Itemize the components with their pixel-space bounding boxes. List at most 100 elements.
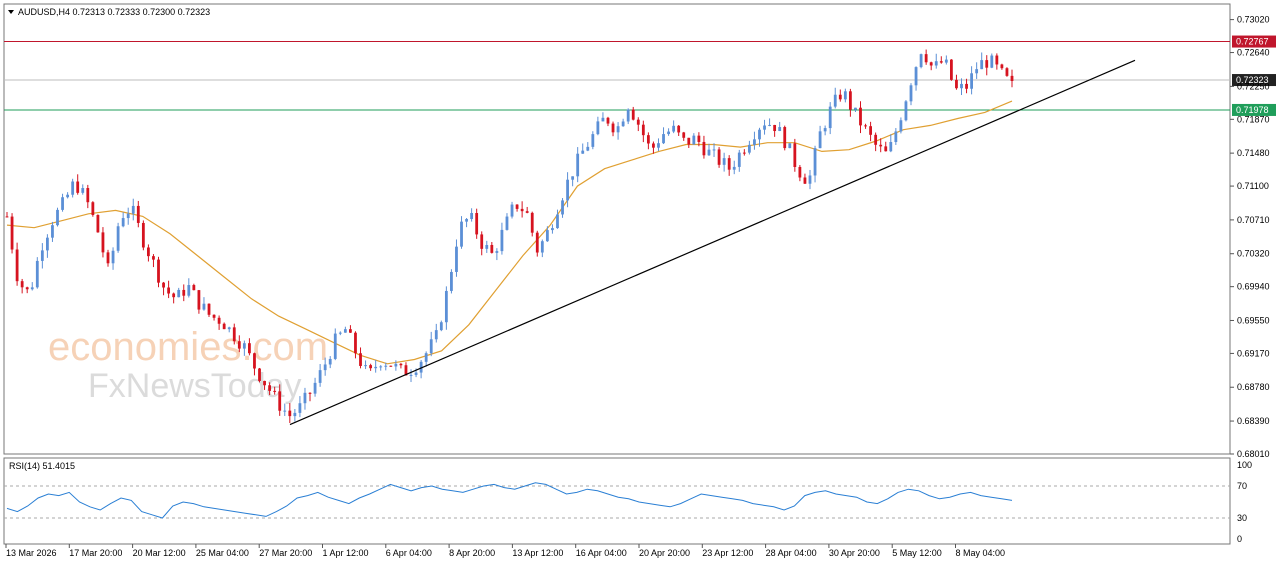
y-tick-label: 0.71100 [1237,181,1269,191]
candle-body [848,91,852,110]
candle-body [702,141,706,156]
candle-body [859,107,862,126]
candle [919,53,923,69]
candle-body [30,287,34,290]
candle-body [520,208,524,212]
candle-body [934,61,938,66]
y-tick-label: 0.71870 [1237,114,1270,124]
x-tick-label: 20 Mar 12:00 [133,548,186,558]
candle-body [147,247,150,257]
candle-body [949,59,953,80]
candle-body [389,365,393,367]
candle-body [798,166,802,178]
candle-body [586,146,590,151]
candle-body [61,197,64,210]
y-tick-label: 0.68010 [1237,449,1270,459]
watermark: economies.com FxNewsToday [48,325,328,405]
candle [91,201,95,217]
candle-body [783,127,787,149]
candle-body [500,229,504,252]
x-tick-label: 8 Apr 20:00 [449,548,495,558]
candle-body [394,363,398,367]
time-axis: 13 Mar 2026 17 Mar 20:00 20 Mar 12:00 25 Ma… [5,544,1005,558]
candle-body [657,143,660,148]
candle-body [591,134,595,147]
candle [949,59,953,81]
candle-body [641,124,645,136]
candle-body [530,212,534,233]
candle-body [480,234,484,249]
candle-body [444,290,448,323]
candle-body [91,202,95,216]
candle-body [990,55,994,68]
candle-body [81,188,85,193]
candle-body [626,109,630,122]
rsi-scale-label: 100 [1237,460,1252,470]
candle-body [778,127,782,132]
candle-body [141,222,145,248]
candle-body [470,213,474,220]
candle-body [717,149,721,165]
candle-body [864,125,867,127]
candle-body [884,146,888,152]
candle-body [606,117,610,124]
candle-body [495,251,499,253]
candle-body [359,353,362,366]
candle-body [242,343,246,349]
x-tick-label: 1 Apr 12:00 [323,548,369,558]
x-tick-label: 13 Apr 12:00 [512,548,563,558]
candle-body [965,83,968,89]
candle-body [323,364,327,371]
x-tick-label: 5 May 12:00 [892,548,942,558]
candle-body [535,232,539,253]
x-tick-label: 20 Apr 20:00 [639,548,690,558]
candle-body [187,285,191,296]
y-tick-label: 0.68390 [1237,416,1270,426]
candle-body [697,135,701,142]
candle-body [232,327,236,342]
candle-body [833,94,837,107]
candle-body [662,134,665,144]
candle-body [192,285,196,291]
candle-body [707,149,711,156]
candle-body [732,166,736,170]
candle-body [919,54,923,68]
candle-body [202,303,206,310]
candle [793,138,797,172]
candle [56,207,59,227]
y-tick-label: 0.72640 [1237,48,1270,58]
candle [141,220,145,251]
y-tick-label: 0.71480 [1237,148,1270,158]
candle-body [414,372,418,375]
candle-body [939,61,943,63]
candle-body [566,179,569,201]
x-tick-label: 16 Apr 04:00 [576,548,627,558]
candle-body [354,332,357,354]
rsi-scale-label: 30 [1237,513,1247,523]
candle [717,147,721,168]
candle-body [944,59,948,63]
candle-body [985,60,989,68]
candle-body [369,365,373,369]
candle-body [283,410,287,412]
level-tag-label: 0.72767 [1236,37,1269,47]
candle-body [596,121,600,135]
candle-body [667,131,670,135]
candle-body [56,209,59,226]
candle-body [556,214,559,229]
candle [1005,67,1009,77]
candle-body [576,153,580,177]
candle-body [197,290,201,310]
candle-body [485,244,489,249]
candle-body [889,142,893,152]
candle-body [601,117,605,122]
watermark-economies: economies.com [48,325,328,369]
candle-body [758,129,761,140]
candle-body [616,126,620,133]
candle-body [424,353,428,362]
candle [475,208,479,239]
candle-body [995,55,999,65]
candle [71,178,75,198]
candle-body [828,106,832,129]
candle-body [86,188,90,203]
